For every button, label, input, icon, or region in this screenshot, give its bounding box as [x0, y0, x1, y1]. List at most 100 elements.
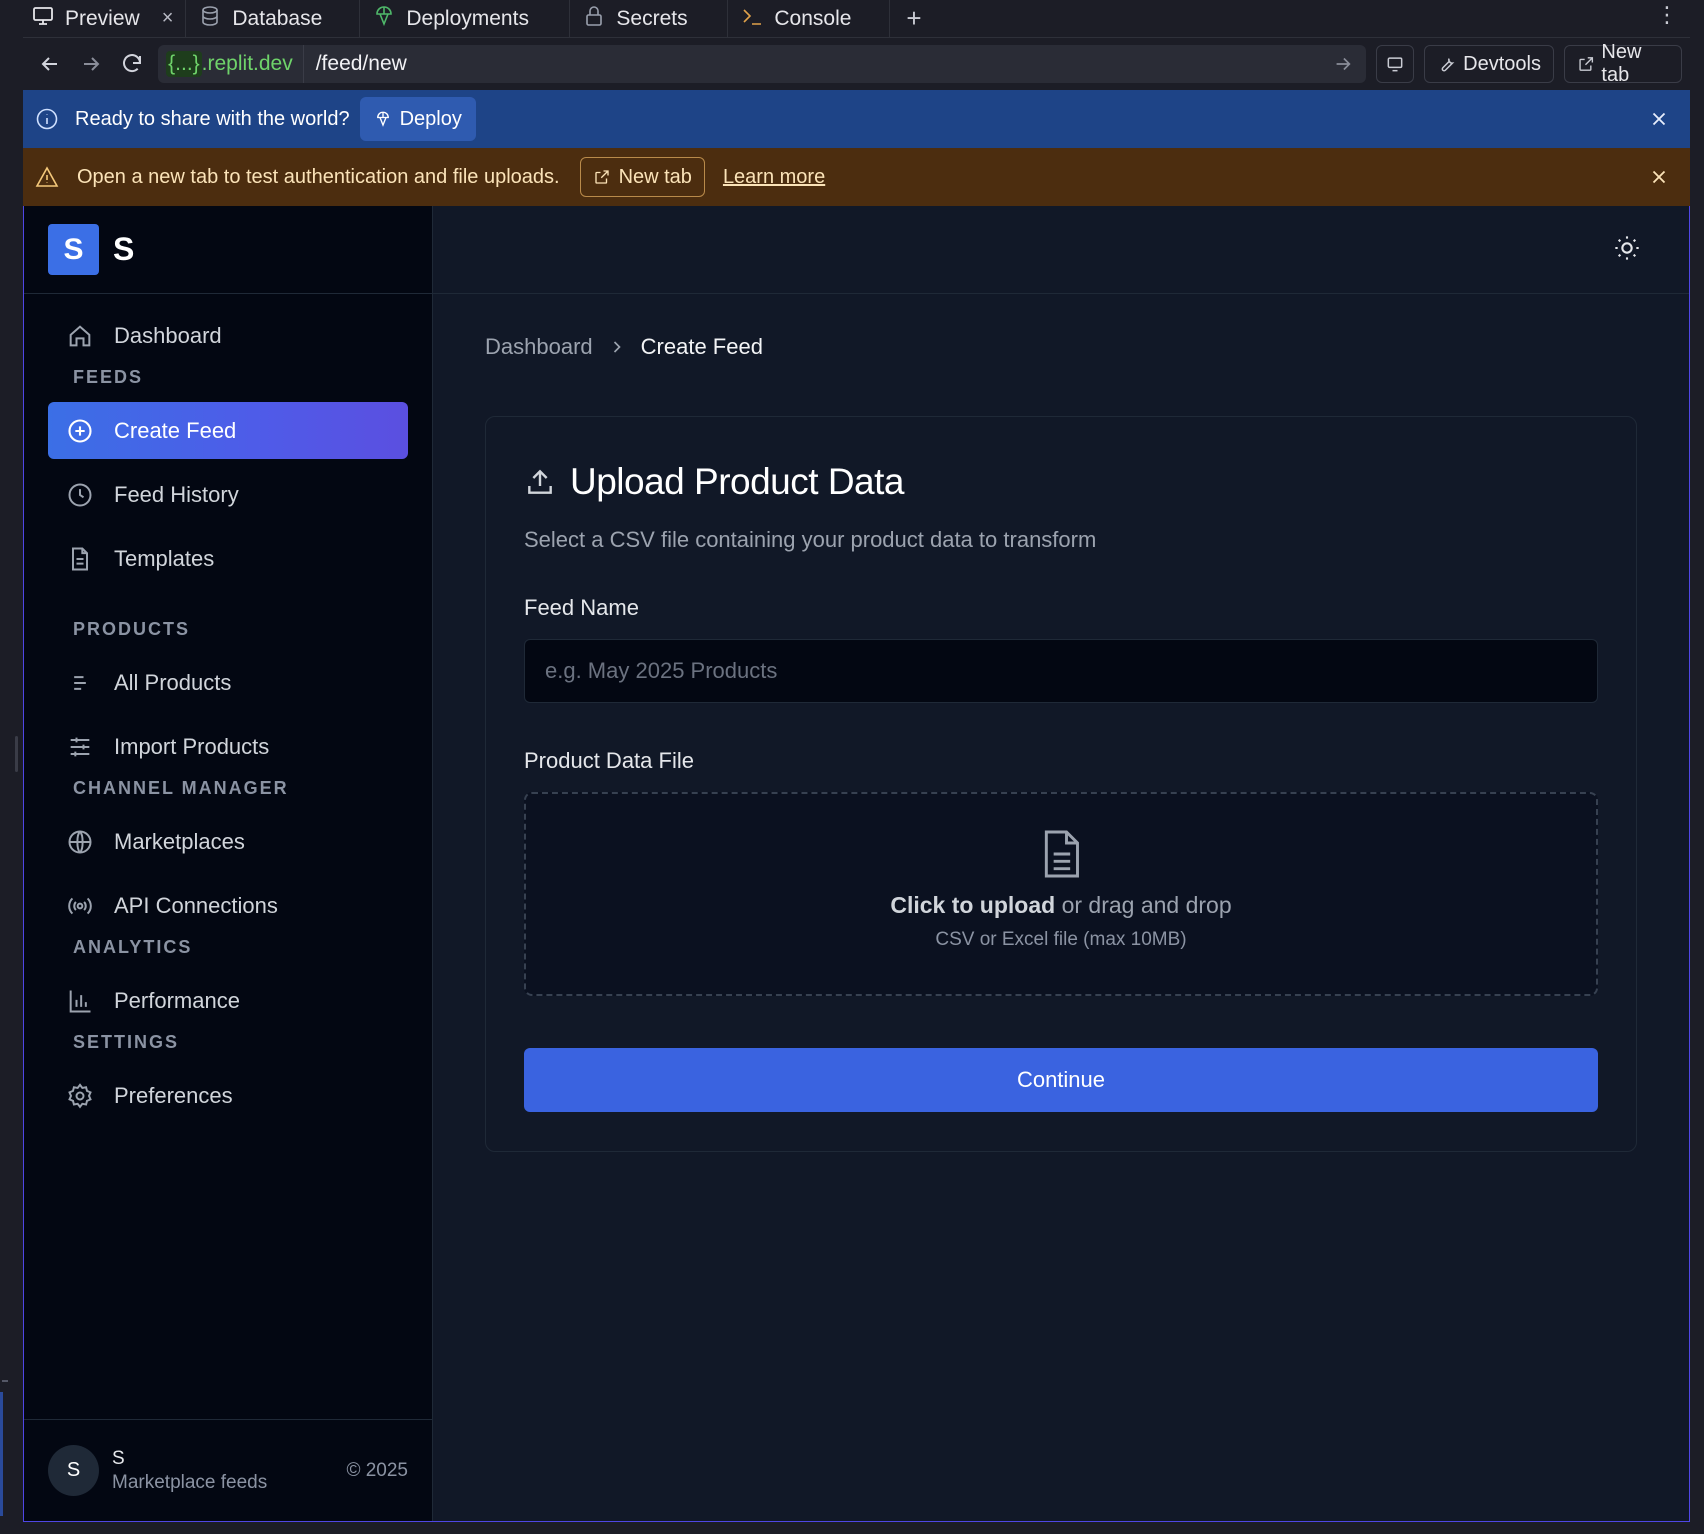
document-icon — [72, 547, 88, 570]
sliders-icon — [70, 737, 90, 756]
new-tab-plus-icon[interactable]: + — [890, 3, 937, 34]
screen-icon — [1387, 57, 1403, 72]
product-file-label: Product Data File — [524, 748, 694, 773]
info-icon — [36, 108, 58, 130]
clock-icon — [68, 483, 92, 506]
section-channel-manager: CHANNEL MANAGER — [73, 778, 289, 798]
gear-icon — [68, 1082, 92, 1108]
globe-icon — [68, 830, 92, 853]
tab-deployments[interactable]: Deployments — [360, 0, 571, 38]
deploy-banner-text: Ready to share with the world? — [75, 107, 350, 130]
close-icon[interactable] — [1648, 166, 1670, 188]
file-dropzone[interactable]: Click to upload or drag and drop CSV or … — [524, 792, 1598, 996]
forward-button[interactable] — [72, 44, 109, 84]
deploy-button-label: Deploy — [399, 107, 462, 130]
brand[interactable]: S S — [24, 206, 432, 294]
tab-preview-label: Preview — [65, 6, 140, 30]
tab-database-label: Database — [232, 6, 323, 30]
database-icon — [198, 4, 222, 34]
deploy-banner: Ready to share with the world? Deploy — [23, 90, 1690, 148]
dropzone-hint: CSV or Excel file (max 10MB) — [935, 929, 1187, 950]
app-viewport: S S Dashboard FEEDS Create Feed Feed His… — [23, 206, 1690, 1522]
sidebar-item-all-products[interactable]: All Products — [48, 654, 408, 711]
url-path: /feed/new — [315, 52, 407, 75]
dropzone-text: Click to upload or drag and drop — [890, 892, 1231, 919]
broadcast-icon — [68, 897, 92, 914]
sidebar-item-dashboard[interactable]: Dashboard — [48, 307, 408, 364]
devtools-button[interactable]: Devtools — [1424, 45, 1554, 83]
sidebar-item-import-products[interactable]: Import Products — [48, 718, 408, 775]
sun-icon[interactable] — [1613, 234, 1641, 262]
sidebar-item-label: Templates — [114, 545, 215, 571]
sidebar-item-label: All Products — [114, 669, 232, 695]
dropzone-rest: or drag and drop — [1055, 892, 1232, 918]
top-bar — [433, 206, 1689, 294]
section-products: PRODUCTS — [73, 619, 191, 639]
reload-button[interactable] — [113, 44, 150, 84]
sidebar-item-label: Dashboard — [114, 322, 222, 348]
sidebar-item-preferences[interactable]: Preferences — [48, 1067, 408, 1124]
tab-database[interactable]: Database — [186, 0, 361, 38]
open-new-tab-button[interactable]: New tab — [1563, 41, 1682, 86]
learn-more-link[interactable]: Learn more — [723, 166, 825, 189]
tab-close-icon[interactable]: × — [162, 7, 174, 30]
user-subtitle: Marketplace feeds — [112, 1471, 268, 1493]
tab-deployments-label: Deployments — [406, 6, 529, 30]
go-arrow-icon[interactable] — [1332, 53, 1354, 75]
sidebar-item-create-feed[interactable]: Create Feed — [48, 402, 408, 459]
resize-handle[interactable] — [15, 736, 18, 772]
sidebar-item-label: API Connections — [114, 892, 278, 918]
continue-button[interactable]: Continue — [524, 1048, 1598, 1112]
deploy-icon — [372, 4, 396, 34]
close-icon[interactable] — [1648, 108, 1670, 130]
user-profile[interactable]: S S Marketplace feeds © 2025 — [24, 1419, 432, 1521]
reload-icon — [122, 54, 141, 73]
tab-preview[interactable]: Preview × — [23, 0, 187, 38]
new-tab-label: New tab — [1601, 41, 1642, 86]
url-field[interactable]: {...} .replit.dev /feed/new — [158, 45, 1367, 83]
terminal-icon — [740, 4, 764, 34]
section-settings: SETTINGS — [73, 1032, 180, 1052]
deploy-button[interactable]: Deploy — [359, 97, 476, 141]
dropzone-upload-link[interactable]: Click to upload — [890, 892, 1055, 918]
external-link-icon — [594, 170, 609, 184]
sidebar-item-performance[interactable]: Performance — [48, 972, 408, 1029]
url-host-domain: .replit.dev — [201, 52, 293, 75]
more-menu-icon[interactable]: ⋮ — [1656, 2, 1678, 28]
wrench-icon — [1441, 58, 1455, 72]
external-link-icon — [1579, 57, 1594, 71]
copyright: © 2025 — [346, 1459, 408, 1481]
devtools-label: Devtools — [1463, 52, 1541, 75]
user-info: S Marketplace feeds — [112, 1448, 267, 1494]
deploy-icon — [376, 111, 389, 127]
auth-banner-text: Open a new tab to test authentication an… — [77, 165, 560, 188]
bar-chart-icon — [69, 990, 91, 1012]
breadcrumb: Dashboard Create Feed — [485, 334, 763, 360]
sidebar-nav: Dashboard FEEDS Create Feed Feed History… — [24, 294, 432, 1124]
arrow-right-icon — [83, 57, 99, 71]
banner-new-tab-button[interactable]: New tab — [579, 157, 705, 197]
preview-pane: Preview × Database Deployments Secrets C… — [23, 0, 1690, 1522]
card-title: Upload Product Data — [524, 461, 904, 503]
feed-name-label: Feed Name — [524, 595, 639, 620]
auth-warning-banner: Open a new tab to test authentication an… — [23, 148, 1690, 206]
list-icon — [74, 675, 86, 690]
page-title: Upload Product Data — [570, 461, 904, 502]
tab-console[interactable]: Console — [728, 0, 891, 38]
card-description: Select a CSV file containing your produc… — [524, 527, 1097, 552]
back-button[interactable] — [31, 44, 68, 84]
sidebar-item-label: Preferences — [114, 1082, 233, 1108]
sidebar-item-api-connections[interactable]: API Connections — [48, 877, 408, 934]
url-host: {...} .replit.dev — [158, 45, 304, 83]
sidebar-item-label: Create Feed — [114, 417, 237, 443]
device-toggle-button[interactable] — [1376, 45, 1415, 83]
sidebar-item-templates[interactable]: Templates — [48, 530, 408, 587]
tab-secrets[interactable]: Secrets — [570, 0, 729, 38]
sidebar-item-marketplaces[interactable]: Marketplaces — [48, 813, 408, 870]
tab-secrets-label: Secrets — [616, 6, 688, 30]
feed-name-input[interactable] — [524, 639, 1598, 703]
sidebar-item-feed-history[interactable]: Feed History — [48, 466, 408, 523]
main-content: Dashboard Create Feed Upload Product Dat… — [433, 206, 1689, 1521]
breadcrumb-dashboard[interactable]: Dashboard — [485, 334, 593, 360]
file-icon — [1044, 830, 1079, 878]
